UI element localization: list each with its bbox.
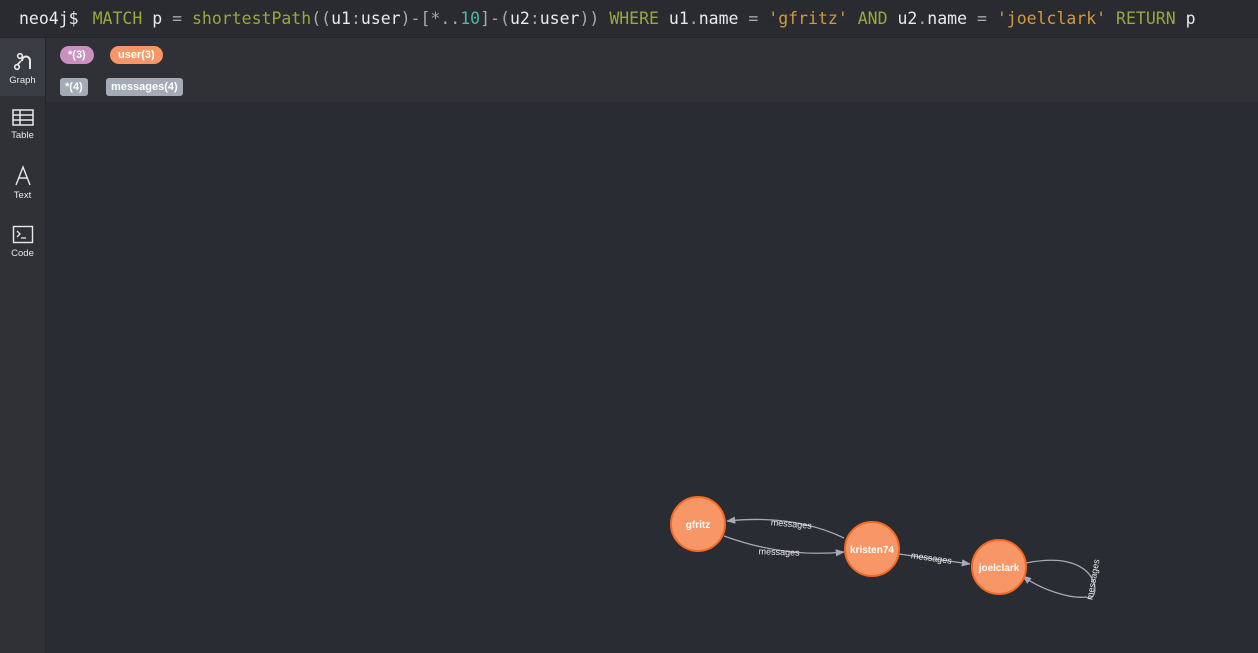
query-token: AND bbox=[847, 9, 888, 28]
legend-rel-all[interactable]: *(4) bbox=[60, 78, 88, 96]
graph-icon bbox=[13, 52, 31, 71]
query-token: (( bbox=[311, 9, 332, 28]
edge-label: messages bbox=[770, 517, 812, 531]
node-gfritz[interactable]: gfritz bbox=[670, 496, 726, 552]
query-token: shortestPath bbox=[191, 9, 312, 28]
code-view-label: Code bbox=[11, 248, 34, 259]
prompt-label: neo4j$ bbox=[19, 9, 79, 28]
code-view-button[interactable]: Code bbox=[0, 216, 45, 274]
text-view-label: Text bbox=[13, 190, 32, 201]
query-token: name bbox=[698, 9, 739, 28]
node-label: kristen74 bbox=[850, 545, 894, 556]
text-view-button[interactable]: Text bbox=[0, 158, 45, 216]
query-token: : bbox=[529, 9, 540, 28]
query-token: = bbox=[162, 9, 192, 28]
query-token: = bbox=[967, 9, 997, 28]
edge-joelclark-joelclark[interactable] bbox=[1022, 559, 1096, 599]
node-label: joelclark bbox=[978, 563, 1020, 574]
query-token: u1 bbox=[658, 9, 689, 28]
query-token: RETURN bbox=[1106, 9, 1176, 28]
table-view-label: Table bbox=[11, 130, 34, 141]
table-view-button[interactable]: Table bbox=[0, 100, 45, 158]
query-text: MATCH p = shortestPath((u1:user)-[*..10]… bbox=[93, 9, 1196, 28]
query-token: u2 bbox=[887, 9, 918, 28]
query-token: ]-( bbox=[480, 9, 510, 28]
edge-label: messages bbox=[758, 546, 800, 557]
node-joelclark[interactable]: joelclark bbox=[971, 539, 1027, 595]
graph-view-label: Graph bbox=[9, 75, 36, 86]
graph-canvas[interactable]: messages messages messages messages gfri… bbox=[46, 102, 1258, 653]
query-token: 10 bbox=[460, 9, 481, 28]
query-token: user bbox=[360, 9, 401, 28]
legend-node-user[interactable]: user(3) bbox=[110, 46, 163, 64]
query-token: p bbox=[1175, 9, 1196, 28]
node-kristen74[interactable]: kristen74 bbox=[844, 521, 900, 577]
query-token: *.. bbox=[430, 9, 461, 28]
query-token: p bbox=[152, 9, 163, 28]
view-sidebar: Graph Table Text Code bbox=[0, 38, 46, 653]
query-token bbox=[142, 9, 152, 28]
query-token: . bbox=[917, 9, 928, 28]
legend-rel-messages[interactable]: messages(4) bbox=[106, 78, 183, 96]
graph-legend: *(3) user(3) *(4) messages(4) bbox=[46, 38, 1258, 102]
code-icon bbox=[12, 225, 33, 244]
query-token: : bbox=[350, 9, 361, 28]
graph-view-button[interactable]: Graph bbox=[0, 38, 45, 96]
query-token: user bbox=[539, 9, 580, 28]
query-token: WHERE bbox=[609, 9, 659, 28]
query-token: name bbox=[927, 9, 968, 28]
query-token: MATCH bbox=[92, 9, 143, 28]
text-icon bbox=[14, 165, 31, 186]
legend-node-all[interactable]: *(3) bbox=[60, 46, 94, 64]
query-token: )-[ bbox=[400, 9, 431, 28]
query-token: . bbox=[688, 9, 699, 28]
table-icon bbox=[11, 109, 34, 126]
query-token: 'joelclark' bbox=[996, 9, 1107, 28]
node-label: gfritz bbox=[686, 520, 710, 531]
query-token: 'gfritz' bbox=[768, 9, 848, 28]
query-token: )) bbox=[579, 9, 610, 28]
query-token: u1 bbox=[331, 9, 351, 28]
edge-label: messages bbox=[1085, 558, 1102, 601]
query-editor[interactable]: neo4j$ MATCH p = shortestPath((u1:user)-[… bbox=[0, 0, 1258, 38]
query-token: = bbox=[738, 9, 769, 28]
edge-label: messages bbox=[910, 550, 953, 566]
query-token: u2 bbox=[509, 9, 530, 28]
